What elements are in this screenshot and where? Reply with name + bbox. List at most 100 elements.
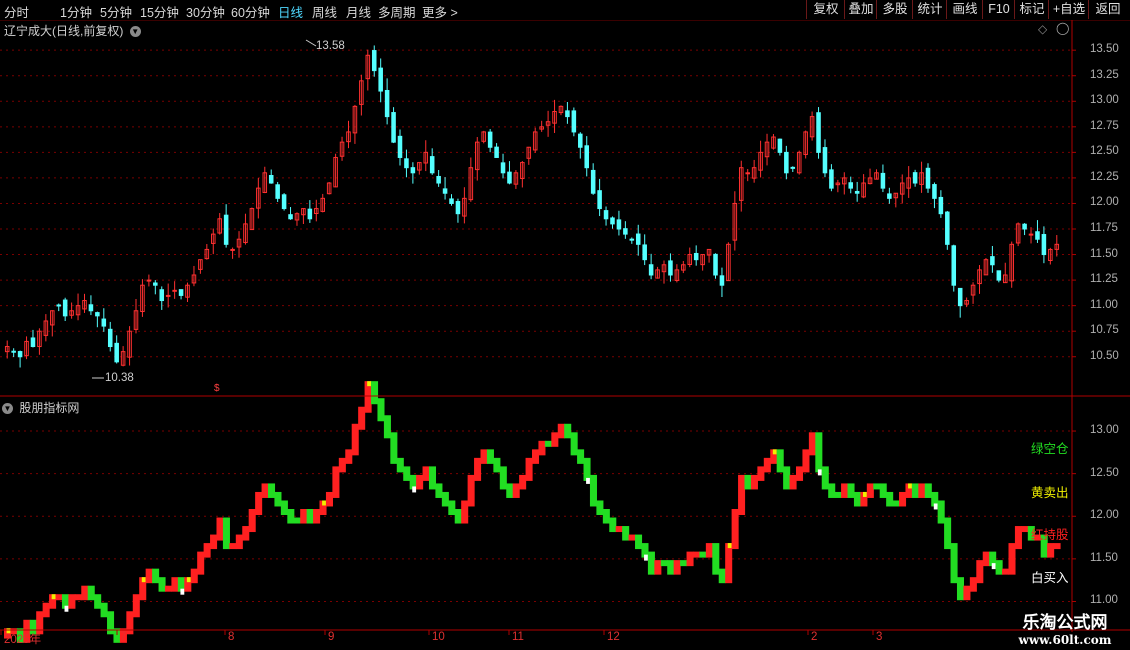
candle-body [442,188,448,194]
indicator-block [628,534,636,541]
watermark-title: 乐淘公式网 [1022,613,1108,633]
candle-body [777,138,783,153]
indicator-block [448,500,456,515]
indicator-block [899,491,907,507]
signal-marker: $ [214,383,220,394]
candle-body [17,351,23,358]
candle-body [668,260,673,276]
indicator-block [635,534,643,550]
candle-body [932,184,937,199]
indicator-block [390,432,398,464]
indicator-block [841,483,849,498]
candle-body [404,158,409,169]
buy-signal-block [180,588,185,595]
indicator-block [493,457,501,473]
candle-body [848,182,854,189]
indicator-block [583,457,591,481]
indicator-tick: 11.50 [1090,551,1118,564]
indicator-block [692,551,701,558]
watermark-url: www.60lt.com [1018,633,1112,647]
indicator-block [145,568,153,584]
indicator-block [873,483,881,490]
indicator-block [100,602,108,618]
indicator-block [332,466,340,498]
indicator-block [892,500,900,507]
indicator-block [190,568,198,584]
candle-body [88,304,94,312]
indicator-block [699,551,707,558]
candle-body [172,289,177,292]
indicator-block [235,534,243,550]
indicator-block [229,543,237,550]
indicator-block [416,474,424,490]
chevron-down-icon[interactable]: ▼ [2,403,13,415]
sell-signal-block [908,483,912,489]
diamond-icon[interactable]: ◇ [1038,22,1047,36]
sell-signal-block [51,594,56,600]
sell-signal-block [322,500,326,506]
high-pointer [305,39,317,47]
indicator-block [886,491,894,507]
indicator-block [126,611,134,635]
candle-body [507,171,512,184]
indicator-block [74,594,82,601]
candle-body [590,169,596,194]
candle-body [487,131,493,148]
candle-body [822,147,828,174]
price-tick: 12.25 [1090,170,1119,183]
indicator-block [815,432,823,473]
indicator-block [1014,526,1022,550]
candle-body [410,167,416,174]
indicator-block [480,449,488,464]
indicator-block [428,466,437,490]
chevron-down-icon[interactable]: ▼ [129,26,141,38]
watermark: 乐淘公式网 www.60lt.com [1000,605,1130,650]
indicator-block [42,602,50,618]
candle-body [951,245,957,286]
price-tick: 13.50 [1090,43,1119,56]
indicator-tick: 12.50 [1090,466,1119,479]
indicator-block [81,585,89,601]
legend-yellow: 黄卖出 [1031,486,1069,500]
indicator-block [969,577,977,592]
candle-body [938,196,944,215]
candle-body [455,201,461,215]
indicator-tick: 12.00 [1090,509,1119,522]
settings-circle-icon[interactable]: ◯ [1056,21,1069,35]
candle-body [230,248,235,251]
indicator-block [963,585,971,601]
time-label: 8 [228,631,235,643]
candle-body [790,166,796,169]
indicator-block [725,543,733,584]
buy-signal-block [817,469,822,476]
indicator-block [557,423,565,439]
indicator-block [686,551,694,567]
indicator-block [107,611,115,635]
candle-body [990,256,995,266]
candle-body [925,167,931,189]
indicator-block [866,483,874,498]
candle-body [1035,231,1040,240]
panel-frame [0,20,1130,635]
low-price-label: 10.38 [105,372,134,384]
sell-signal-block [186,577,191,583]
candle-body [854,191,860,194]
indicator-block [956,577,965,601]
indicator-block [551,432,559,447]
indicator-block [570,432,578,456]
legend-red: 红持股 [1031,528,1069,542]
price-tick: 12.00 [1090,196,1119,209]
indicator-block [371,381,379,405]
candle-body [288,214,293,220]
indicator-block [68,594,76,609]
candle-body [648,264,654,276]
indicator-block [828,483,836,498]
indicator-block [789,474,797,490]
buy-signal-block [412,486,417,493]
candle-body [693,252,699,261]
candle-body [153,282,158,286]
candle-body [429,156,435,174]
grid-lines [0,49,1072,602]
indicator-block [171,577,179,592]
indicator-title: 股朋指标网 [19,401,80,415]
